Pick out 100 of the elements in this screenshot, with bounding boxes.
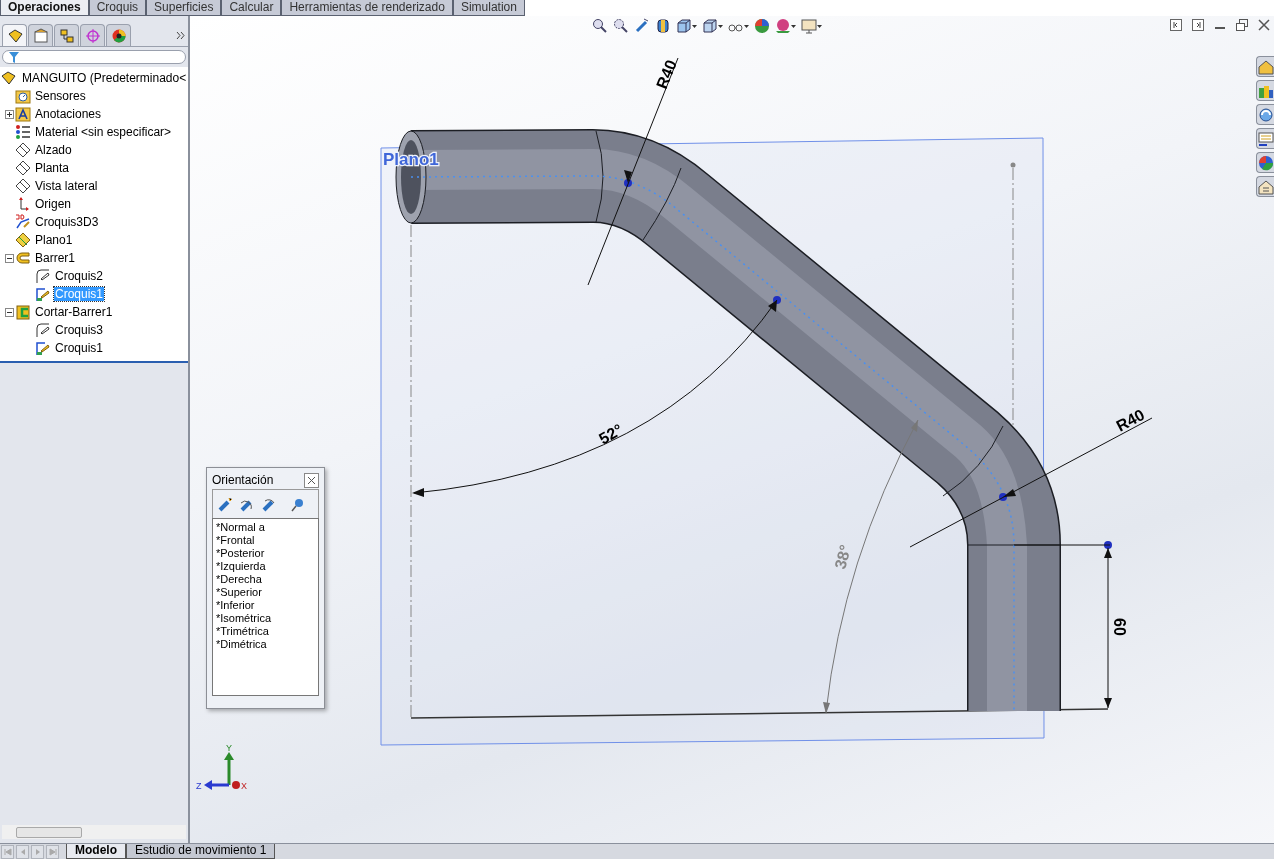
- plane-icon: [15, 178, 31, 194]
- first-icon: [3, 847, 12, 856]
- horizontal-scrollbar[interactable]: [2, 825, 186, 839]
- cylinder-icon[interactable]: [655, 18, 671, 34]
- sweep-icon: [15, 250, 31, 266]
- bottom-tab[interactable]: Estudio de movimiento 1: [126, 844, 276, 859]
- tile-right-icon[interactable]: [1192, 19, 1204, 31]
- command-tab[interactable]: Calcular: [221, 0, 282, 16]
- task-pane-tab[interactable]: [1256, 104, 1274, 125]
- tree-item[interactable]: Cortar-Barrer1: [34, 305, 114, 319]
- task-pane-tab[interactable]: [1256, 56, 1274, 77]
- axis-label: Y: [226, 743, 232, 753]
- sketchpath-icon: [35, 340, 51, 356]
- wand-icon[interactable]: [634, 18, 650, 34]
- dimension-text: R40: [1113, 405, 1148, 435]
- tree-item[interactable]: Barrer1: [34, 251, 76, 265]
- dimension-text: R40: [653, 57, 680, 92]
- command-tab[interactable]: Simulation: [452, 0, 525, 16]
- tree-item[interactable]: Anotaciones: [34, 107, 103, 121]
- scrollbar-thumb[interactable]: [16, 826, 82, 838]
- tree-item[interactable]: Planta: [34, 161, 71, 175]
- view-new-icon[interactable]: [217, 496, 233, 513]
- caret-icon[interactable]: [692, 24, 697, 28]
- view-item[interactable]: *Isométrica: [216, 612, 315, 625]
- view-item[interactable]: *Dimétrica: [216, 638, 315, 651]
- properties-icon: [32, 27, 49, 44]
- tree-item[interactable]: Vista lateral: [34, 179, 99, 193]
- tree-item[interactable]: Material <sin especificar>: [34, 125, 173, 139]
- view-list[interactable]: *Normal a *Frontal *Posterior *Izquierda *Derecha *Superior *Inferior *Isométrica *Trimétrica *Dimétrica: [212, 518, 319, 696]
- task-pane-tab[interactable]: [1256, 152, 1274, 173]
- part-icon: [0, 70, 18, 86]
- sketch-point: [1104, 541, 1112, 549]
- funnel-icon: [9, 51, 19, 63]
- restore-icon[interactable]: [1236, 19, 1248, 31]
- list-icon: [1258, 130, 1274, 147]
- task-pane-tab[interactable]: [1256, 176, 1274, 197]
- panel-tab[interactable]: [2, 24, 27, 46]
- tree-item[interactable]: Sensores: [34, 89, 87, 103]
- tree-item[interactable]: Croquis3D3: [34, 215, 100, 229]
- sketch-icon: [35, 322, 51, 338]
- tree-item[interactable]: Plano1: [34, 233, 74, 247]
- bottom-tab[interactable]: Modelo: [66, 844, 126, 859]
- view-item[interactable]: *Derecha: [216, 573, 315, 586]
- chevron-icon[interactable]: [176, 31, 186, 41]
- filter-field[interactable]: [2, 50, 186, 64]
- view-reset-icon[interactable]: [261, 496, 277, 513]
- view-item[interactable]: *Normal a: [216, 521, 315, 534]
- view-item[interactable]: *Trimétrica: [216, 625, 315, 638]
- command-tab[interactable]: Croquis: [88, 0, 147, 16]
- sphere-icon[interactable]: [754, 18, 770, 34]
- expand-icon[interactable]: [5, 109, 14, 119]
- appearance-icon: [110, 27, 127, 44]
- close-icon[interactable]: [1258, 19, 1270, 31]
- pin-icon[interactable]: [289, 496, 305, 513]
- plane-label: Plano1: [383, 150, 439, 169]
- tile-left-icon[interactable]: [1170, 19, 1182, 31]
- refresh-icon: [1258, 106, 1274, 123]
- view-item[interactable]: *Izquierda: [216, 560, 315, 573]
- panel-tab[interactable]: [28, 24, 53, 46]
- monitor-icon[interactable]: [801, 18, 817, 34]
- sensor-icon: [15, 88, 31, 104]
- close-button[interactable]: [304, 472, 319, 488]
- command-tab[interactable]: Superficies: [146, 0, 222, 16]
- collapse-icon[interactable]: [5, 307, 14, 317]
- caret-icon[interactable]: [718, 24, 723, 28]
- close-icon: [308, 476, 315, 484]
- magnifier-icon[interactable]: [613, 18, 629, 34]
- cut-icon: [15, 304, 31, 320]
- view-item[interactable]: *Superior: [216, 586, 315, 599]
- dimension-text: 52°: [596, 420, 626, 448]
- tree-item[interactable]: Origen: [34, 197, 73, 211]
- tree-item[interactable]: Croquis1: [54, 341, 105, 355]
- panel-tab[interactable]: [54, 24, 79, 46]
- scene-icon[interactable]: [775, 18, 791, 34]
- tree-root-label[interactable]: MANGUITO (Predeterminado<: [21, 71, 188, 85]
- magnifier-icon[interactable]: [592, 18, 608, 34]
- tree-item[interactable]: Alzado: [34, 143, 73, 157]
- caret-icon[interactable]: [791, 24, 796, 28]
- panel-tab[interactable]: [106, 24, 131, 46]
- cube-icon[interactable]: [702, 18, 718, 34]
- tree-item[interactable]: Croquis2: [54, 269, 105, 283]
- last-icon: [48, 847, 57, 856]
- view-item[interactable]: *Frontal: [216, 534, 315, 547]
- task-pane-tab[interactable]: [1256, 128, 1274, 149]
- cube-icon[interactable]: [676, 18, 692, 34]
- annotation-icon: [15, 106, 31, 122]
- command-tab[interactable]: Herramientas de renderizado: [281, 0, 453, 16]
- caret-icon[interactable]: [817, 24, 822, 28]
- collapse-icon[interactable]: [5, 253, 14, 263]
- next-icon: [33, 847, 42, 856]
- tree-item[interactable]: Croquis3: [54, 323, 105, 337]
- dimension-text: 38°: [831, 543, 855, 571]
- task-pane-tab[interactable]: [1256, 80, 1274, 101]
- axis-label: X: [241, 781, 247, 791]
- caret-icon[interactable]: [744, 24, 749, 28]
- appearance-icon: [1258, 154, 1274, 171]
- view-item[interactable]: *Posterior: [216, 547, 315, 560]
- view-item[interactable]: *Inferior: [216, 599, 315, 612]
- command-tab[interactable]: Operaciones: [0, 0, 89, 16]
- dialog-title: Orientación: [212, 472, 274, 489]
